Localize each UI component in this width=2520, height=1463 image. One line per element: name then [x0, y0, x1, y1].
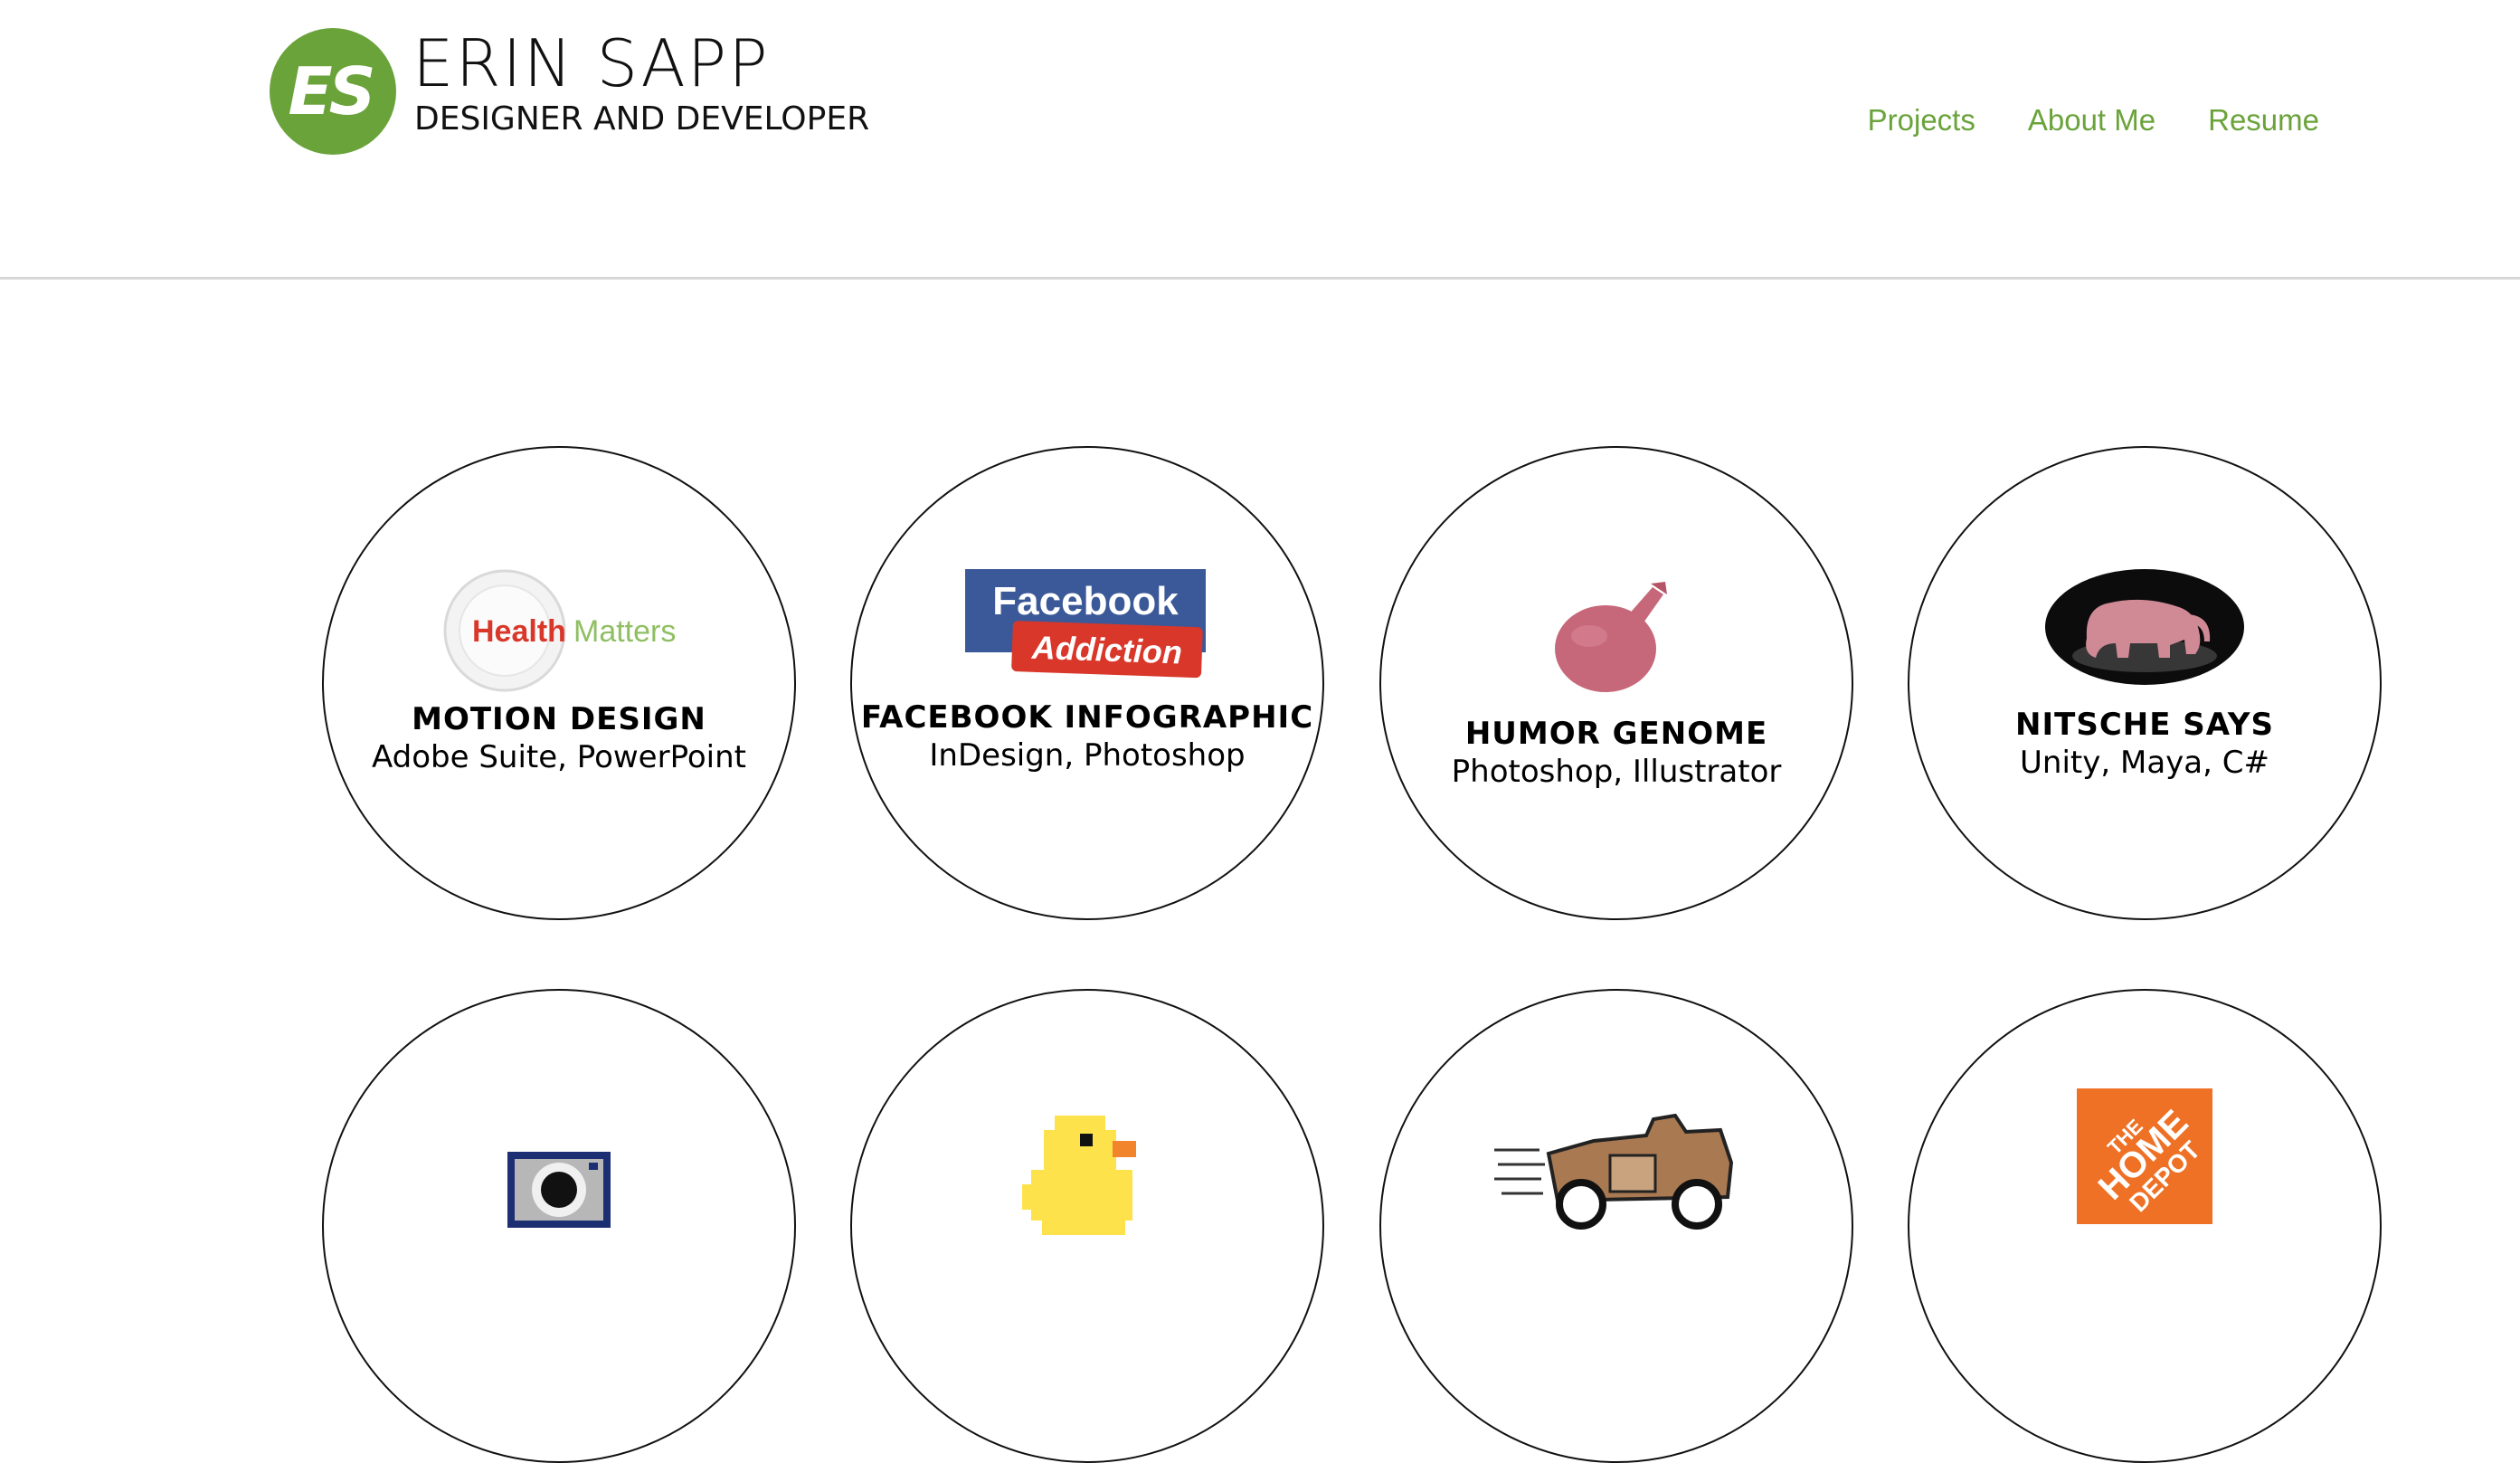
whoopee-cushion-icon: [1555, 582, 1667, 692]
project-title: MOTION DESIGN: [412, 701, 706, 737]
svg-text:Health: Health: [472, 614, 566, 649]
project-card-facebook-infographic[interactable]: Facebook Addiction FACEBOOK INFOGRAPHIC …: [850, 446, 1324, 920]
elephant-icon: [2045, 569, 2244, 685]
plate-icon: Health Matters: [443, 569, 676, 692]
project-tools: Photoshop, Illustrator: [1451, 754, 1782, 790]
projects-grid: Health Matters MOTION DESIGN Adobe Suite…: [0, 0, 2520, 1463]
project-tools: Adobe Suite, PowerPoint: [371, 739, 746, 775]
project-title: HUMOR GENOME: [1464, 716, 1768, 752]
project-tools: Unity, Maya, C#: [2020, 745, 2269, 781]
project-card-camera[interactable]: [322, 989, 796, 1463]
project-title: NITSCHE SAYS: [2015, 707, 2274, 743]
project-card-nitsche-says[interactable]: NITSCHE SAYS Unity, Maya, C#: [1908, 446, 2382, 920]
rubber-duck-icon: [1022, 1116, 1136, 1235]
project-card-rubber-duck[interactable]: [850, 989, 1324, 1463]
facebook-addiction-icon: Facebook Addiction: [965, 569, 1206, 679]
project-card-humor-genome[interactable]: HUMOR GENOME Photoshop, Illustrator: [1379, 446, 1853, 920]
project-card-wreck-camp[interactable]: [1379, 989, 1853, 1463]
project-card-home-depot[interactable]: THE HOME DEPOT: [1908, 989, 2382, 1463]
svg-text:Matters: Matters: [573, 614, 676, 649]
ramblin-wreck-car-icon: [1494, 1114, 1734, 1230]
project-card-motion-design[interactable]: Health Matters MOTION DESIGN Adobe Suite…: [322, 446, 796, 920]
camera-icon: [507, 1152, 611, 1228]
svg-text:Facebook: Facebook: [992, 579, 1179, 623]
svg-text:Addiction: Addiction: [1030, 629, 1182, 671]
project-title: FACEBOOK INFOGRAPHIC: [860, 699, 1314, 736]
home-depot-logo-icon: THE HOME DEPOT: [2077, 1088, 2212, 1224]
project-tools: InDesign, Photoshop: [929, 737, 1246, 774]
